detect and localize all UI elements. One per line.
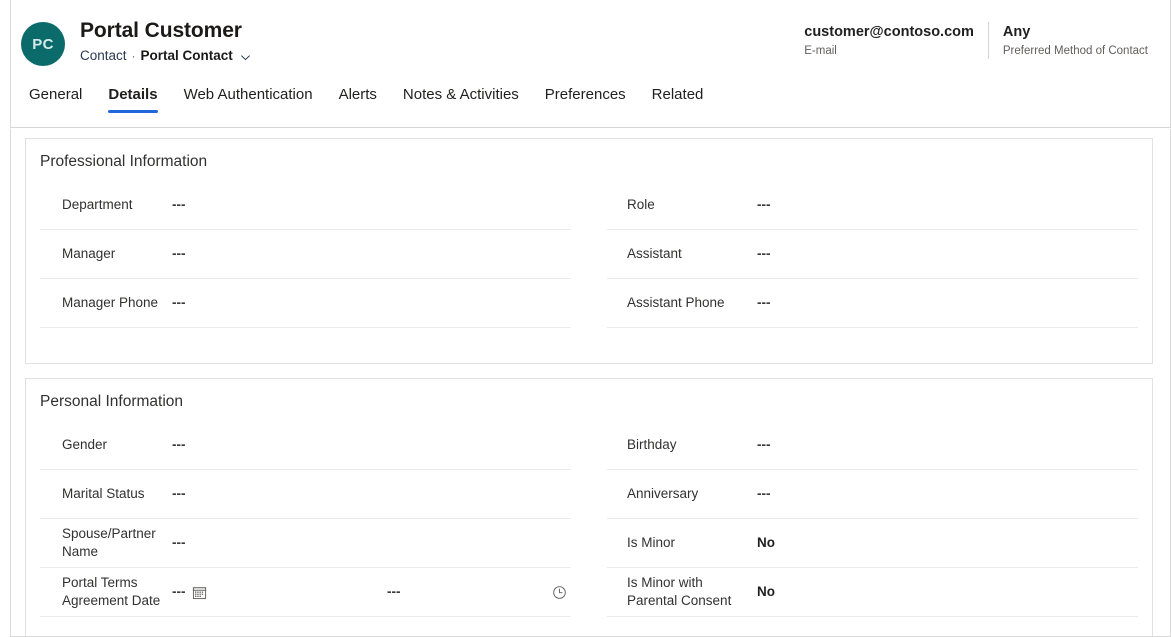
field-label: Department xyxy=(40,196,172,214)
field-value[interactable]: --- xyxy=(172,534,186,552)
field-label: Role xyxy=(607,196,757,214)
form-tab-bar: General Details Web Authentication Alert… xyxy=(29,82,716,128)
field-is-minor-with-parental-consent[interactable]: Is Minor with Parental Consent No xyxy=(607,568,1138,617)
field-value[interactable]: --- xyxy=(757,245,771,263)
tab-web-authentication[interactable]: Web Authentication xyxy=(171,82,326,106)
datetime-control: --- xyxy=(172,583,571,601)
date-value[interactable]: --- xyxy=(172,583,186,601)
date-subfield[interactable]: --- xyxy=(172,583,367,601)
field-marital-status[interactable]: Marital Status --- xyxy=(40,470,571,519)
field-value[interactable]: --- xyxy=(172,196,186,214)
field-birthday[interactable]: Birthday --- xyxy=(607,421,1138,470)
field-value[interactable]: --- xyxy=(757,196,771,214)
header-field-email: customer@contoso.com E-mail xyxy=(790,22,988,59)
header-summary-fields: customer@contoso.com E-mail Any Preferre… xyxy=(790,22,1162,59)
field-label: Manager xyxy=(40,245,172,263)
field-label: Assistant xyxy=(607,245,757,263)
tab-details[interactable]: Details xyxy=(95,82,170,106)
field-label: Spouse/Partner Name xyxy=(40,525,172,561)
field-value[interactable]: --- xyxy=(172,245,186,263)
field-manager[interactable]: Manager --- xyxy=(40,230,571,279)
field-spouse-partner-name[interactable]: Spouse/Partner Name --- xyxy=(40,519,571,568)
section-grid: Department --- Manager --- Manager Phone… xyxy=(26,181,1152,328)
field-gender[interactable]: Gender --- xyxy=(40,421,571,470)
field-value[interactable]: --- xyxy=(757,294,771,312)
section-title: Personal Information xyxy=(40,392,183,412)
field-value[interactable]: --- xyxy=(172,436,186,454)
field-label: Marital Status xyxy=(40,485,172,503)
form-selector-label[interactable]: Portal Contact xyxy=(141,47,233,65)
form-body: Professional Information Department --- … xyxy=(10,129,1171,637)
header-field-label: E-mail xyxy=(804,43,974,59)
section-personal-information: Personal Information Gender --- Marital … xyxy=(25,378,1153,637)
field-value[interactable]: No xyxy=(757,583,775,601)
field-manager-phone[interactable]: Manager Phone --- xyxy=(40,279,571,328)
section-professional-information: Professional Information Department --- … xyxy=(25,138,1153,364)
section-column-right: Birthday --- Anniversary --- Is Minor No… xyxy=(589,421,1152,617)
tab-general[interactable]: General xyxy=(29,82,95,106)
field-value[interactable]: --- xyxy=(172,485,186,503)
header-field-value: Any xyxy=(1003,22,1148,42)
header-field-value: customer@contoso.com xyxy=(804,22,974,42)
tab-alerts[interactable]: Alerts xyxy=(326,82,390,106)
tab-notes-activities[interactable]: Notes & Activities xyxy=(390,82,532,106)
field-label: Assistant Phone xyxy=(607,294,757,312)
calendar-icon[interactable] xyxy=(192,584,208,600)
chevron-down-icon[interactable] xyxy=(240,52,251,63)
tab-preferences[interactable]: Preferences xyxy=(532,82,639,106)
section-column-left: Gender --- Marital Status --- Spouse/Par… xyxy=(26,421,589,617)
field-value[interactable]: --- xyxy=(172,294,186,312)
field-value[interactable]: --- xyxy=(757,436,771,454)
subtitle-separator: · xyxy=(132,47,136,65)
avatar: PC xyxy=(21,22,65,66)
field-label: Anniversary xyxy=(607,485,757,503)
field-portal-terms-agreement-date[interactable]: Portal Terms Agreement Date --- xyxy=(40,568,571,617)
entity-type-label: Contact xyxy=(80,47,127,65)
field-label: Is Minor with Parental Consent xyxy=(607,574,757,610)
header-field-preferred-method: Any Preferred Method of Contact xyxy=(988,22,1162,59)
record-subtitle: Contact · Portal Contact xyxy=(80,47,251,65)
tab-related[interactable]: Related xyxy=(639,82,717,106)
field-value[interactable]: --- xyxy=(757,485,771,503)
header-top-row: PC Portal Customer Contact · Portal Cont… xyxy=(11,0,1170,82)
field-value[interactable]: No xyxy=(757,534,775,552)
field-department[interactable]: Department --- xyxy=(40,181,571,230)
field-label: Gender xyxy=(40,436,172,454)
field-label: Is Minor xyxy=(607,534,757,552)
field-assistant-phone[interactable]: Assistant Phone --- xyxy=(607,279,1138,328)
field-role[interactable]: Role --- xyxy=(607,181,1138,230)
field-anniversary[interactable]: Anniversary --- xyxy=(607,470,1138,519)
header-field-label: Preferred Method of Contact xyxy=(1003,43,1148,59)
page-title: Portal Customer xyxy=(80,18,251,44)
field-label: Manager Phone xyxy=(40,294,172,312)
record-form-page: PC Portal Customer Contact · Portal Cont… xyxy=(0,0,1171,637)
time-subfield[interactable]: --- xyxy=(387,583,571,601)
clock-icon[interactable] xyxy=(551,584,567,600)
section-column-right: Role --- Assistant --- Assistant Phone -… xyxy=(589,181,1152,328)
field-is-minor[interactable]: Is Minor No xyxy=(607,519,1138,568)
field-label: Birthday xyxy=(607,436,757,454)
section-grid: Gender --- Marital Status --- Spouse/Par… xyxy=(26,421,1152,617)
record-title-block: Portal Customer Contact · Portal Contact xyxy=(80,18,251,65)
time-value[interactable]: --- xyxy=(387,583,401,601)
record-header: PC Portal Customer Contact · Portal Cont… xyxy=(10,0,1171,128)
field-assistant[interactable]: Assistant --- xyxy=(607,230,1138,279)
section-column-left: Department --- Manager --- Manager Phone… xyxy=(26,181,589,328)
section-title: Professional Information xyxy=(40,152,207,172)
field-label: Portal Terms Agreement Date xyxy=(40,574,172,610)
